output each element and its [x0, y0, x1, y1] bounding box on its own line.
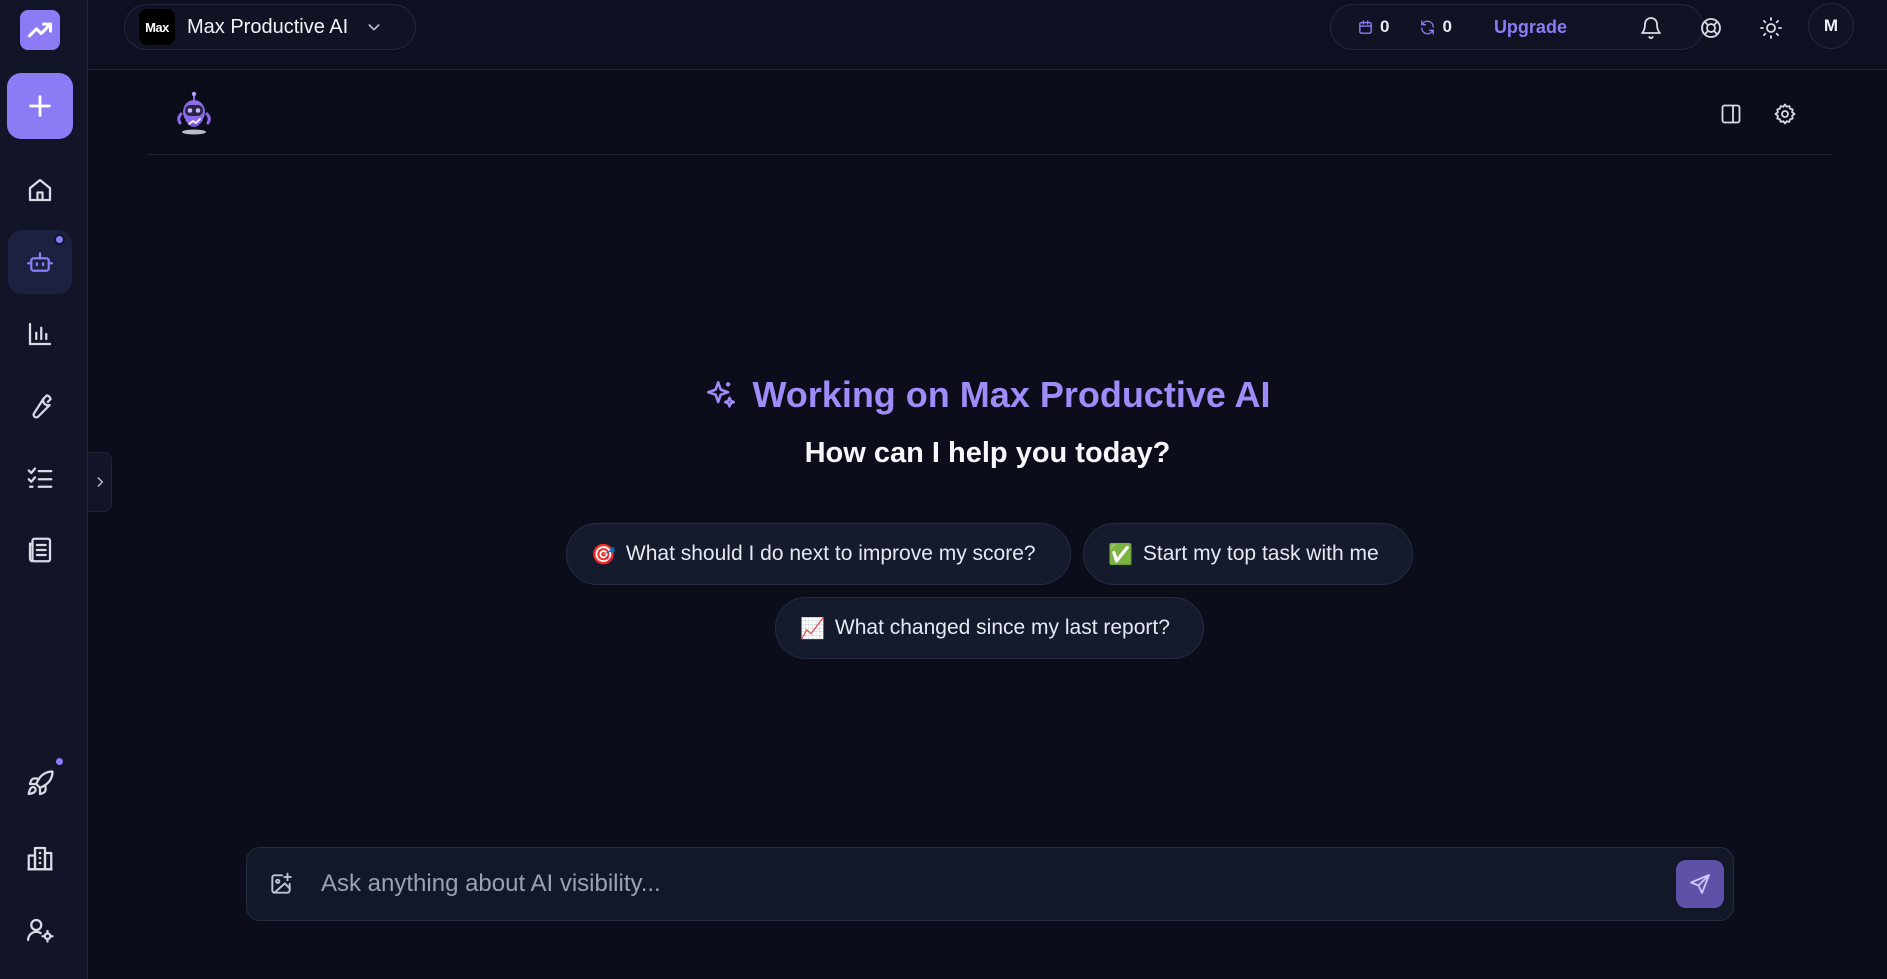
chevron-right-icon: [97, 477, 103, 487]
target-emoji-icon: 🎯: [591, 543, 616, 566]
workspace-avatar: Max: [139, 9, 175, 45]
upgrade-link[interactable]: Upgrade: [1494, 17, 1567, 38]
workspace-name: Max Productive AI: [187, 15, 349, 38]
checklist-icon: [27, 467, 53, 488]
suggestion-chip-top-task[interactable]: ✅ Start my top task with me: [1083, 523, 1413, 585]
report-icon: [28, 537, 52, 563]
user-avatar[interactable]: M: [1808, 3, 1854, 49]
bell-icon: [1641, 17, 1661, 39]
chat-input[interactable]: [321, 848, 1641, 920]
attach-image-button[interactable]: [265, 868, 297, 900]
send-icon: [1690, 874, 1710, 894]
refresh-icon: [1421, 19, 1435, 35]
logo-chart-icon[interactable]: [20, 10, 60, 50]
launch-notification-dot: [54, 756, 65, 767]
hero-title: Working on Max Productive AI: [0, 374, 1887, 416]
sidebar-item-analytics[interactable]: [8, 302, 72, 366]
suggestion-chip-last-report[interactable]: 📈 What changed since my last report?: [775, 597, 1204, 659]
sidebar-item-home[interactable]: [8, 158, 72, 222]
side-panel-icon: [1721, 104, 1741, 124]
send-button[interactable]: [1676, 860, 1724, 908]
help-button[interactable]: [1691, 8, 1731, 48]
suggestion-label: What changed since my last report?: [834, 616, 1170, 639]
new-chat-button[interactable]: [7, 73, 73, 139]
chart-emoji-icon: 📈: [800, 617, 825, 640]
sidebar-item-account-settings[interactable]: [8, 898, 72, 962]
sparkles-icon: [707, 380, 736, 408]
notifications-button[interactable]: [1631, 8, 1671, 48]
calendar-icon: [1359, 19, 1372, 34]
assistant-notification-dot: [54, 234, 65, 245]
sidebar-item-organizations[interactable]: [8, 826, 72, 890]
buildings-icon: [27, 846, 53, 871]
home-icon: [28, 178, 52, 202]
sidebar-item-tasks[interactable]: [8, 446, 72, 510]
plus-icon: [29, 95, 51, 117]
sidebar-item-reports[interactable]: [8, 518, 72, 582]
check-emoji-icon: ✅: [1108, 543, 1133, 566]
suggestion-label: What should I do next to improve my scor…: [625, 542, 1036, 565]
assistant-mascot-icon: [177, 91, 211, 135]
refresh-count: 0: [1442, 17, 1452, 36]
hero-subtitle: How can I help you today?: [804, 437, 1171, 469]
sidebar: [0, 0, 88, 979]
chat-composer: [246, 847, 1734, 921]
chat-header: [147, 84, 1833, 155]
chevron-down-icon: [368, 24, 380, 31]
suggestion-chip-improve-score[interactable]: 🎯 What should I do next to improve my sc…: [566, 523, 1071, 585]
suggestion-label: Start my top task with me: [1142, 542, 1379, 565]
gear-icon: [1774, 103, 1796, 125]
calendar-credit[interactable]: 0: [1357, 17, 1389, 37]
sun-icon: [1760, 17, 1782, 39]
user-settings-icon: [26, 918, 54, 943]
calendar-count: 0: [1380, 17, 1390, 36]
bar-chart-icon: [28, 322, 52, 346]
bot-icon: [27, 252, 53, 272]
hero-title-text: Working on Max Productive AI: [752, 374, 1271, 415]
top-bar: Max Max Productive AI 0 0 Upgrade M: [88, 0, 1887, 70]
image-plus-icon: [271, 872, 292, 894]
lifebuoy-icon: [1701, 18, 1721, 38]
workspace-switcher[interactable]: Max Max Productive AI: [124, 4, 416, 50]
theme-toggle-button[interactable]: [1751, 8, 1791, 48]
chat-settings-button[interactable]: [1767, 96, 1803, 132]
refresh-credit[interactable]: 0: [1419, 17, 1452, 37]
rocket-icon: [27, 770, 54, 796]
toggle-side-panel-button[interactable]: [1713, 96, 1749, 132]
